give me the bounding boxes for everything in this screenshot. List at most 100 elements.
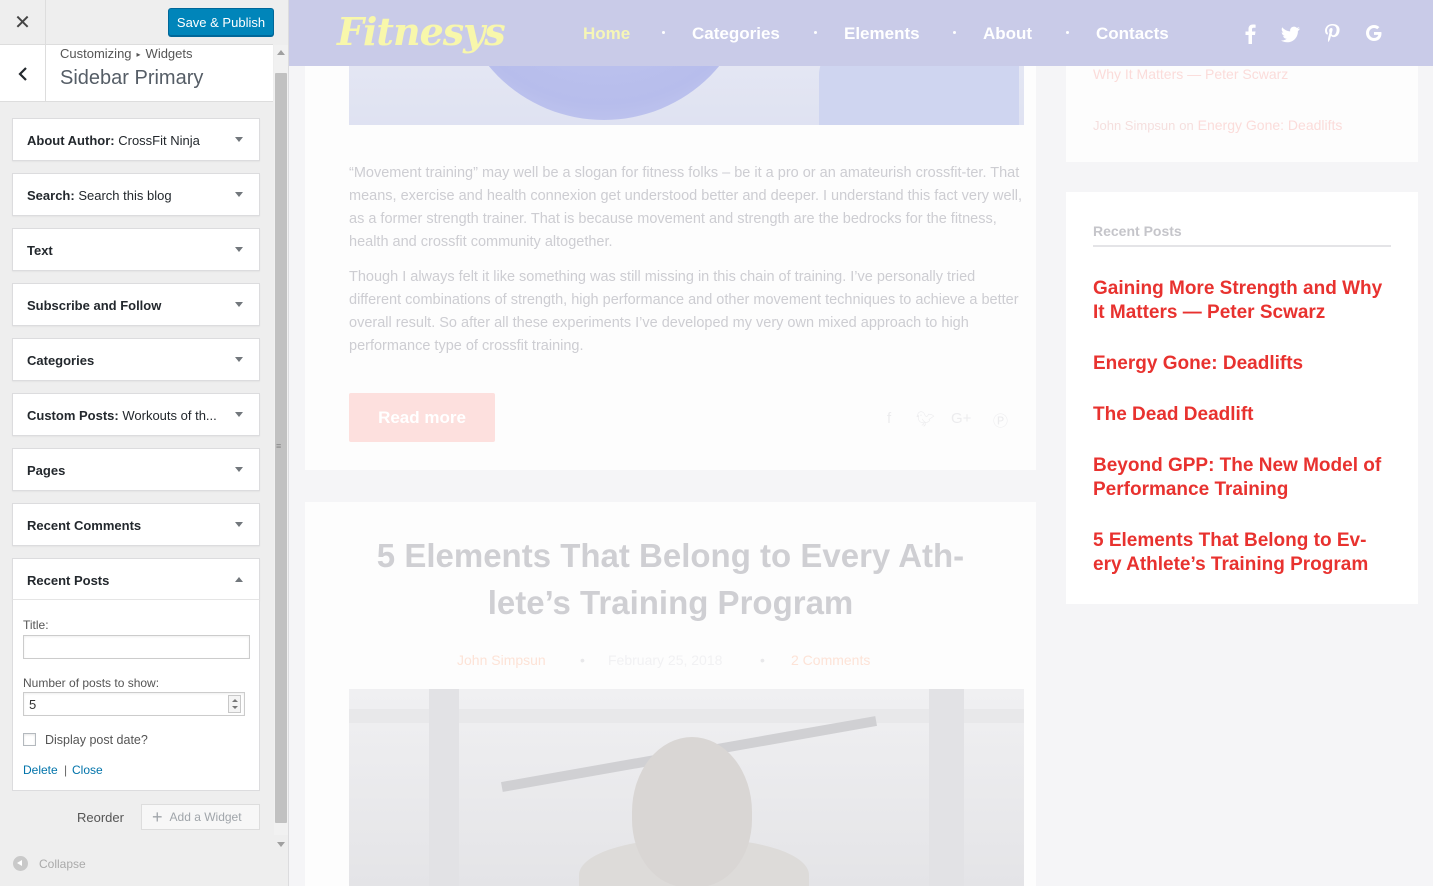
widget-toggle-icon[interactable] xyxy=(235,412,243,417)
widget-categories[interactable]: Categories xyxy=(12,338,260,381)
post-excerpt-paragraph: Though I always felt it like something w… xyxy=(349,269,1019,354)
pinterest-icon[interactable] xyxy=(1321,22,1343,46)
widget-title: Search: xyxy=(27,188,75,203)
widget-toggle-icon[interactable] xyxy=(235,522,243,527)
share-twitter-icon[interactable]: 🐦︎ xyxy=(916,410,935,428)
recent-comment-link[interactable]: Why It Matters — Peter Scwarz xyxy=(1093,66,1288,82)
widget-toggle-icon[interactable] xyxy=(235,577,243,582)
breadcrumb-widgets: Widgets xyxy=(145,46,193,61)
recent-post-link[interactable]: Beyond GPP: The New Model of Performance… xyxy=(1093,454,1391,502)
widget-title: Subscribe and Follow xyxy=(27,298,162,313)
widget-title: Pages xyxy=(27,463,66,478)
post-featured-image xyxy=(349,689,1024,886)
nav-elements[interactable]: Elements xyxy=(844,24,920,44)
site-navbar: Fitnesys Home Categories Elements About … xyxy=(289,0,1433,66)
widget-toggle-icon[interactable] xyxy=(235,302,243,307)
photo-shape xyxy=(632,737,752,886)
widget-search[interactable]: Search: Search this blog xyxy=(12,173,260,216)
widget-about-author[interactable]: About Author: CrossFit Ninja xyxy=(12,118,260,161)
delete-link[interactable]: Delete xyxy=(23,763,58,777)
widget-title: Recent Comments xyxy=(27,518,142,533)
blog-post-card: “Movement training” may well be a slogan… xyxy=(305,0,1036,470)
display-date-checkbox[interactable] xyxy=(23,733,36,746)
post-comments-link[interactable]: 2 Comments xyxy=(791,652,870,668)
post-count-label: Number of posts to show: xyxy=(23,676,160,690)
add-widget-label: Add a Widget xyxy=(169,810,242,824)
widget-recent-posts[interactable]: Recent Posts xyxy=(12,558,260,601)
close-link[interactable]: Close xyxy=(72,763,103,777)
scroll-up-icon[interactable] xyxy=(277,50,285,55)
read-more-button[interactable]: Read more xyxy=(349,393,495,442)
section-header: Customizing ▸ Widgets Sidebar Primary xyxy=(0,45,273,102)
post-title[interactable]: 5 Elements That Belong to Every Ath-lete… xyxy=(345,532,996,626)
nav-contacts[interactable]: Contacts xyxy=(1096,24,1169,44)
nav-dot xyxy=(662,31,665,34)
nav-about[interactable]: About xyxy=(983,24,1032,44)
widget-toggle-icon[interactable] xyxy=(235,192,243,197)
widget-heading: Recent Posts xyxy=(1093,223,1182,239)
comment-author[interactable]: John Simpsun xyxy=(1093,118,1175,133)
spinner-arrows-icon[interactable] xyxy=(228,695,241,713)
nav-home[interactable]: Home xyxy=(583,24,630,44)
share-google-plus-icon[interactable]: G+ xyxy=(951,410,971,427)
title-label: Title: xyxy=(23,618,49,632)
site-preview: Fitnesys Home Categories Elements About … xyxy=(289,0,1433,886)
close-icon[interactable]: ✕ xyxy=(0,0,46,45)
title-input[interactable] xyxy=(23,635,250,659)
widget-title: Custom Posts: xyxy=(27,408,119,423)
panel-scrollbar[interactable] xyxy=(274,45,288,847)
site-logo[interactable]: Fitnesys xyxy=(337,9,506,54)
widget-title: Text xyxy=(27,243,53,258)
widget-instance-title: CrossFit Ninja xyxy=(118,133,200,148)
widget-toggle-icon[interactable] xyxy=(235,357,243,362)
back-arrow-icon[interactable] xyxy=(0,45,46,102)
facebook-icon[interactable] xyxy=(1239,22,1261,46)
widget-recent-comments[interactable]: Recent Comments xyxy=(12,503,260,546)
customizer-panel: ✕ Save & Publish Customizing ▸ Widgets Sid… xyxy=(0,0,289,886)
nav-dot xyxy=(814,31,817,34)
photo-shape xyxy=(929,689,964,886)
section-title: Sidebar Primary xyxy=(60,67,204,89)
nav-categories[interactable]: Categories xyxy=(692,24,780,44)
breadcrumb-customizing: Customizing xyxy=(60,46,132,61)
widget-toggle-icon[interactable] xyxy=(235,247,243,252)
breadcrumb-separator-icon: ▸ xyxy=(136,50,141,59)
customizer-header: ✕ Save & Publish xyxy=(0,0,274,45)
plus-icon: + xyxy=(152,807,163,827)
post-excerpt-paragraph: “Movement training” may well be a slogan… xyxy=(349,165,1023,250)
recent-comment-item: John Simpsun on Energy Gone: Deadlifts xyxy=(1093,117,1342,133)
meta-dot: • xyxy=(580,652,585,668)
widget-text[interactable]: Text xyxy=(12,228,260,271)
post-count-input[interactable]: 5 xyxy=(23,692,245,716)
recent-post-link[interactable]: The Dead Deadlift xyxy=(1093,403,1391,427)
recent-posts-form: Title: Number of posts to show: 5 Displa… xyxy=(12,599,260,791)
widget-toggle-icon[interactable] xyxy=(235,467,243,472)
resize-grip-icon[interactable]: ≡ xyxy=(276,442,281,451)
widget-custom-posts[interactable]: Custom Posts: Workouts of th... xyxy=(12,393,260,436)
add-widget-button[interactable]: + Add a Widget xyxy=(141,804,260,830)
twitter-icon[interactable] xyxy=(1279,22,1301,46)
post-count-value: 5 xyxy=(29,696,37,712)
comment-post-link[interactable]: Energy Gone: Deadlifts xyxy=(1198,117,1343,133)
widget-subscribe-follow[interactable]: Subscribe and Follow xyxy=(12,283,260,326)
collapse-arrow-icon xyxy=(13,856,28,871)
post-author-link[interactable]: John Simpsun xyxy=(457,652,546,668)
collapse-button[interactable]: Collapse xyxy=(13,856,86,871)
link-separator: | xyxy=(64,763,68,777)
widget-pages[interactable]: Pages xyxy=(12,448,260,491)
blog-post-card: 5 Elements That Belong to Every Ath-lete… xyxy=(305,502,1036,886)
recent-post-link[interactable]: 5 Elements That Belong to Ev-ery Athlete… xyxy=(1093,529,1391,577)
share-facebook-icon[interactable]: f xyxy=(887,410,891,427)
recent-post-link[interactable]: Energy Gone: Deadlifts xyxy=(1093,352,1391,376)
recent-post-link[interactable]: Gaining More Strength and Why It Matters… xyxy=(1093,277,1391,325)
google-icon[interactable] xyxy=(1363,22,1385,46)
save-publish-button[interactable]: Save & Publish xyxy=(168,8,274,36)
widget-toggle-icon[interactable] xyxy=(235,137,243,142)
reorder-link[interactable]: Reorder xyxy=(77,810,124,825)
photo-shape xyxy=(429,689,459,886)
share-pinterest-icon[interactable]: Ⓟ xyxy=(993,410,1008,431)
display-date-label: Display post date? xyxy=(45,733,148,747)
scroll-down-icon[interactable] xyxy=(277,842,285,847)
post-date: February 25, 2018 xyxy=(608,652,723,668)
comment-on: on xyxy=(1179,118,1194,133)
